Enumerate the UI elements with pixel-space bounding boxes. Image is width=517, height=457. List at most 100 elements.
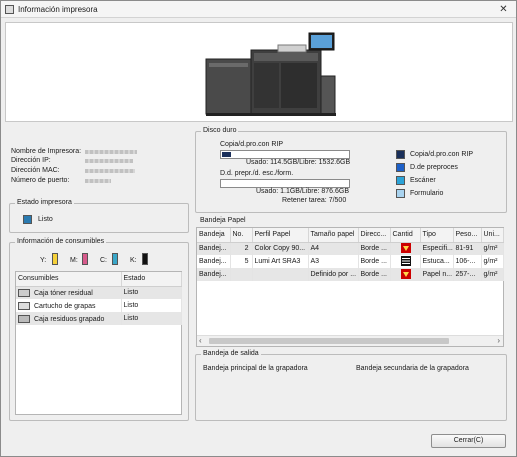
consumable-row[interactable]: Cartucho de grapas Listo (16, 299, 182, 312)
disk-copy-label: Copia/d.pro.con RIP (220, 141, 284, 148)
output-tray-legend: Bandeja de salida (201, 350, 261, 357)
toner-yellow-label: Y: (40, 257, 47, 264)
legend-copy-rip-swatch (396, 150, 405, 159)
column-header-weight[interactable]: Peso... (453, 228, 482, 243)
printer-status-group: Estado impresora Listo (9, 199, 189, 233)
scrollbar-thumb[interactable] (209, 338, 449, 344)
mac-address-label: Dirección MAC: (11, 167, 60, 174)
consumable-name: Cartucho de grapas (34, 302, 96, 310)
staple-cartridge-icon (18, 301, 30, 310)
disk-copy-usage-text: Usado: 114.5GB/Libre: 1532.6GB (246, 159, 351, 166)
tray-profile-cell (252, 268, 309, 281)
tray-type-cell: Estuca... (420, 255, 454, 268)
window-title: Información impresora (18, 5, 98, 14)
printer-info-window: Información impresora ✕ Nombre de Impres… (0, 0, 517, 457)
legend-form-swatch (396, 189, 405, 198)
printer-app-icon (5, 5, 14, 14)
tray-cell: Bandej... (197, 268, 231, 281)
port-number-value-redacted (85, 179, 111, 183)
consumable-name: Caja tóner residual (34, 289, 93, 297)
scroll-right-arrow-icon[interactable]: › (497, 337, 500, 345)
column-header-state[interactable]: Estado (121, 272, 182, 287)
printer-status-legend: Estado impresora (15, 199, 74, 206)
legend-preprocess-swatch (396, 163, 405, 172)
printer-image-panel (5, 22, 513, 122)
staple-waste-box-icon (18, 314, 30, 323)
tray-direction-cell: Borde ... (358, 268, 391, 281)
column-header-consumables[interactable]: Consumibles (16, 272, 122, 287)
legend-preprocess-label: D.de preproces (410, 164, 458, 171)
column-header-quantity[interactable]: Cantid (390, 228, 421, 243)
toner-cyan-icon (112, 253, 118, 265)
column-header-direction[interactable]: Direcc... (358, 228, 391, 243)
tray-row[interactable]: Bandej... 5 Lumi Art SRA3 A3 Borde ... E… (197, 255, 504, 268)
disk-form-usage-bar (220, 179, 350, 188)
disk-copy-usage-bar (220, 150, 350, 159)
toner-magenta-label: M: (70, 257, 78, 264)
consumable-row[interactable]: Caja tóner residual Listo (16, 286, 182, 299)
tray-row[interactable]: Bandej... Definido por ... Borde ... Pap… (197, 268, 504, 281)
tray-profile-cell: Lumi Art SRA3 (252, 255, 309, 268)
ip-address-value-redacted (85, 159, 133, 163)
tray-size-cell: Definido por ... (308, 268, 359, 281)
consumable-row[interactable]: Caja residuos grapado Listo (16, 312, 182, 325)
paper-full-icon (401, 255, 411, 266)
disk-form-usage-text: Usado: 1.1GB/Libre: 876.6GB (256, 188, 349, 195)
tray-type-cell: Especifi... (420, 242, 454, 255)
legend-copy-rip-label: Copia/d.pro.con RIP (410, 151, 474, 158)
consumable-state: Listo (121, 286, 182, 299)
column-header-type[interactable]: Tipo (420, 228, 454, 243)
tray-number-cell: 2 (230, 242, 253, 255)
tray-unit-cell: g/m² (481, 255, 504, 268)
tray-weight-cell: 81-91 (453, 242, 482, 255)
title-bar: Información impresora ✕ (1, 1, 516, 18)
column-header-number[interactable]: No. (230, 228, 253, 243)
paper-tray-table-panel: Bandeja No. Perfil Papel Tamaño papel Di… (196, 227, 504, 347)
paper-empty-warning-icon (401, 242, 411, 253)
tray-row[interactable]: Bandej... 2 Color Copy 90... A4 Borde ..… (197, 242, 504, 255)
toner-black-label: K: (130, 257, 137, 264)
consumable-state: Listo (121, 312, 182, 325)
tray-cell: Bandej... (197, 255, 231, 268)
tray-size-cell: A4 (308, 242, 359, 255)
tray-type-cell: Papel n... (420, 268, 454, 281)
paper-tray-table: Bandeja No. Perfil Papel Tamaño papel Di… (197, 228, 504, 281)
tray-quantity-cell (390, 255, 421, 268)
column-header-paper-size[interactable]: Tamaño papel (308, 228, 359, 243)
disk-copy-usage-fill (222, 152, 231, 157)
close-button[interactable]: Cerrar(C) (431, 434, 506, 448)
column-header-paper-profile[interactable]: Perfil Papel (252, 228, 309, 243)
consumable-state: Listo (121, 299, 182, 312)
waste-toner-box-icon (18, 288, 30, 297)
tray-direction-cell: Borde ... (358, 255, 391, 268)
output-secondary-tray: Bandeja secundaria de la grapadora (356, 365, 469, 372)
consumables-group: Información de consumibles Y: M: C: K: C… (9, 238, 189, 421)
close-window-button[interactable]: ✕ (495, 4, 512, 15)
column-header-unit[interactable]: Uni... (481, 228, 504, 243)
tray-unit-cell: g/m² (481, 242, 504, 255)
hard-disk-legend: Disco duro (201, 127, 239, 134)
status-value: Listo (38, 216, 53, 223)
column-header-tray[interactable]: Bandeja (197, 228, 231, 243)
output-main-tray: Bandeja principal de la grapadora (203, 365, 308, 372)
consumables-table-panel: Consumibles Estado Caja tóner residual L… (15, 271, 182, 415)
status-ready-icon (23, 215, 32, 224)
tray-quantity-cell (390, 242, 421, 255)
tray-direction-cell: Borde ... (358, 242, 391, 255)
tray-number-cell (230, 268, 253, 281)
retain-jobs-text: Retener tarea: 7/500 (282, 197, 347, 204)
tray-unit-cell: g/m² (481, 268, 504, 281)
tray-cell: Bandej... (197, 242, 231, 255)
horizontal-scrollbar[interactable]: ‹ › (197, 335, 503, 346)
consumables-legend: Información de consumibles (15, 238, 107, 245)
disk-form-label: D.d. prepr./d. esc./form. (220, 170, 294, 177)
legend-form-label: Formulario (410, 190, 444, 197)
legend-scanner-swatch (396, 176, 405, 185)
tray-weight-cell: 106-... (453, 255, 482, 268)
tray-profile-cell: Color Copy 90... (252, 242, 309, 255)
printer-illustration (205, 32, 336, 116)
scroll-left-arrow-icon[interactable]: ‹ (199, 337, 202, 345)
toner-yellow-icon (52, 253, 58, 265)
tray-weight-cell: 257-... (453, 268, 482, 281)
toner-magenta-icon (82, 253, 88, 265)
